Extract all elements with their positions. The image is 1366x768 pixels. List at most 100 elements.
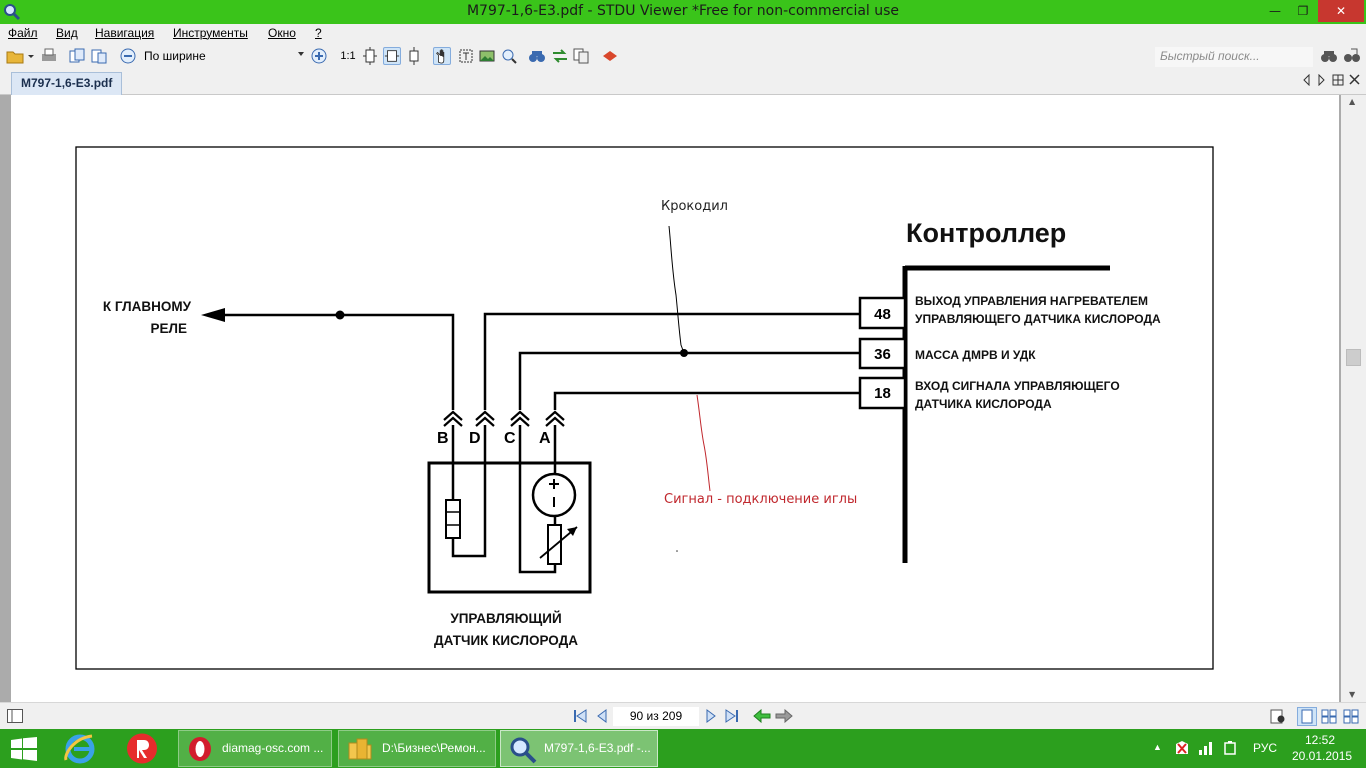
taskbar-item-opera[interactable]: diamag-osc.com ... bbox=[178, 730, 332, 767]
action-center-icon[interactable] bbox=[1174, 740, 1190, 756]
menu-file[interactable]: Файл bbox=[8, 26, 38, 40]
compare-icon[interactable] bbox=[551, 47, 569, 65]
wire-d-pin-48 bbox=[483, 312, 860, 410]
menu-window[interactable]: Окно bbox=[268, 26, 296, 40]
menu-view[interactable]: Вид bbox=[56, 26, 78, 40]
open-folder-icon[interactable] bbox=[6, 47, 24, 65]
taskbar-item-explorer[interactable]: D:\Бизнес\Ремон... bbox=[338, 730, 496, 767]
zoom-out-icon[interactable] bbox=[119, 47, 137, 65]
tab-close-icon[interactable] bbox=[1349, 74, 1360, 85]
window-title: M797-1,6-E3.pdf - STDU Viewer *Free for … bbox=[466, 3, 900, 19]
stdu-viewer-icon bbox=[510, 737, 537, 764]
minimize-button[interactable]: — bbox=[1262, 0, 1288, 22]
first-page-icon[interactable] bbox=[572, 709, 588, 723]
hand-tool-icon[interactable] bbox=[433, 47, 451, 65]
opera-icon bbox=[189, 737, 211, 761]
connector-c-label: C bbox=[504, 430, 516, 447]
close-button[interactable]: ✕ bbox=[1318, 0, 1364, 22]
search-next-icon[interactable] bbox=[1343, 47, 1361, 65]
zoom-mode-select[interactable]: По ширине bbox=[139, 47, 307, 67]
select-text-icon[interactable] bbox=[457, 47, 475, 65]
tray-expand-icon[interactable]: ▲ bbox=[1153, 742, 1162, 752]
signal-note-label: Сигнал - подключение иглы bbox=[664, 492, 858, 507]
pdf-page: Крокодил Контроллер К ГЛАВНОМУ РЕЛЕ 48 3… bbox=[11, 95, 1339, 702]
quick-search-input[interactable]: Быстрый поиск... bbox=[1155, 47, 1313, 67]
tab-scroll-right-icon[interactable] bbox=[1316, 74, 1326, 86]
network-icon[interactable] bbox=[1198, 740, 1214, 756]
find-icon[interactable] bbox=[528, 47, 546, 65]
maximize-button[interactable]: ❐ bbox=[1290, 0, 1316, 22]
tab-scroll-left-icon[interactable] bbox=[1302, 74, 1312, 86]
yandex-browser-icon[interactable] bbox=[124, 732, 160, 765]
fit-width-icon[interactable] bbox=[383, 47, 401, 65]
pages-icon[interactable] bbox=[572, 47, 590, 65]
taskbar-item-label: D:\Бизнес\Ремон... bbox=[382, 741, 486, 755]
pin-36-label: 36 bbox=[874, 346, 891, 363]
history-forward-icon[interactable] bbox=[775, 709, 793, 723]
history-back-icon[interactable] bbox=[753, 709, 771, 723]
tab-list-icon[interactable] bbox=[1332, 74, 1344, 86]
pin-48-label: 48 bbox=[874, 306, 891, 323]
power-icon[interactable] bbox=[1222, 740, 1238, 756]
main-relay-label-2: РЕЛЕ bbox=[150, 321, 188, 336]
pin-18-desc-1: ВХОД СИГНАЛА УПРАВЛЯЮЩЕГО bbox=[915, 379, 1120, 393]
sensor-label-1: УПРАВЛЯЮЩИЙ bbox=[450, 611, 562, 626]
open-dropdown-icon[interactable] bbox=[26, 47, 36, 65]
pin-48-desc-1: ВЫХОД УПРАВЛЕНИЯ НАГРЕВАТЕЛЕМ bbox=[915, 294, 1148, 308]
settings-page-icon[interactable] bbox=[1270, 709, 1286, 724]
search-binoculars-icon[interactable] bbox=[1320, 47, 1338, 65]
pin-36-desc: МАССА ДМРВ И УДК bbox=[915, 348, 1036, 362]
tab-document[interactable]: M797-1,6-E3.pdf bbox=[11, 72, 122, 95]
print-icon[interactable] bbox=[40, 47, 58, 65]
scroll-down-icon[interactable]: ▼ bbox=[1349, 690, 1355, 699]
grid-view-icon[interactable] bbox=[1343, 709, 1359, 724]
connector-a-label: A bbox=[539, 430, 551, 447]
clock-time[interactable]: 12:52 bbox=[1305, 733, 1335, 747]
page-number-input[interactable]: 90 из 209 bbox=[613, 707, 699, 726]
chevron-down-icon bbox=[298, 52, 304, 56]
last-page-icon[interactable] bbox=[724, 709, 740, 723]
prev-page-icon[interactable] bbox=[596, 709, 608, 723]
zoom-mode-value: По ширине bbox=[144, 49, 206, 63]
wiring-diagram bbox=[75, 146, 1214, 670]
menu-navigation[interactable]: Навигация bbox=[95, 26, 154, 40]
toolbar: По ширине 1:1 Быстрый поиск... bbox=[0, 44, 1366, 69]
menu-help[interactable]: ? bbox=[315, 26, 322, 40]
main-relay-label-1: К ГЛАВНОМУ bbox=[102, 299, 191, 314]
main-relay-arrow-icon bbox=[201, 308, 225, 322]
navigation-bar: 90 из 209 bbox=[0, 702, 1366, 729]
connector-chevrons bbox=[443, 410, 565, 427]
controller-label: Контроллер bbox=[906, 218, 1067, 248]
clock-date[interactable]: 20.01.2015 bbox=[1292, 749, 1352, 763]
bookmark-icon[interactable] bbox=[601, 47, 619, 65]
internet-explorer-icon[interactable] bbox=[62, 732, 98, 765]
crocodile-pointer-line bbox=[668, 225, 685, 354]
copy-page-icon[interactable] bbox=[68, 47, 86, 65]
windows-start-icon[interactable] bbox=[10, 737, 38, 761]
taskbar-item-stdu-viewer[interactable]: M797-1,6-E3.pdf -... bbox=[500, 730, 658, 767]
single-page-view-icon[interactable] bbox=[1297, 707, 1317, 726]
language-indicator[interactable]: РУС bbox=[1253, 741, 1277, 755]
taskbar-item-label: diamag-osc.com ... bbox=[222, 741, 324, 755]
connector-d-label: D bbox=[469, 430, 481, 447]
select-image-icon[interactable] bbox=[478, 47, 496, 65]
zoom-in-icon[interactable] bbox=[310, 47, 328, 65]
taskbar-item-label: M797-1,6-E3.pdf -... bbox=[544, 741, 651, 755]
copy-text-icon[interactable] bbox=[90, 47, 108, 65]
document-viewport[interactable]: Крокодил Контроллер К ГЛАВНОМУ РЕЛЕ 48 3… bbox=[0, 95, 1366, 702]
splice-dot bbox=[335, 310, 345, 320]
two-page-view-icon[interactable] bbox=[1321, 709, 1337, 724]
scroll-up-icon[interactable]: ▲ bbox=[1349, 97, 1355, 106]
menu-bar: Файл Вид Навигация Инструменты Окно ? bbox=[0, 24, 1366, 44]
scrollbar-thumb[interactable] bbox=[1346, 349, 1361, 366]
actual-size-button[interactable]: 1:1 bbox=[339, 47, 357, 65]
sidebar-toggle-icon[interactable] bbox=[7, 709, 23, 723]
menu-tools[interactable]: Инструменты bbox=[173, 26, 248, 40]
fit-height-icon[interactable] bbox=[405, 47, 423, 65]
vertical-scrollbar[interactable]: ▲ ▼ bbox=[1341, 95, 1366, 702]
folder-icon bbox=[348, 738, 372, 760]
fit-page-icon[interactable] bbox=[361, 47, 379, 65]
next-page-icon[interactable] bbox=[705, 709, 717, 723]
zoom-tool-icon[interactable] bbox=[500, 47, 518, 65]
wire-c-pin-36 bbox=[518, 351, 860, 410]
